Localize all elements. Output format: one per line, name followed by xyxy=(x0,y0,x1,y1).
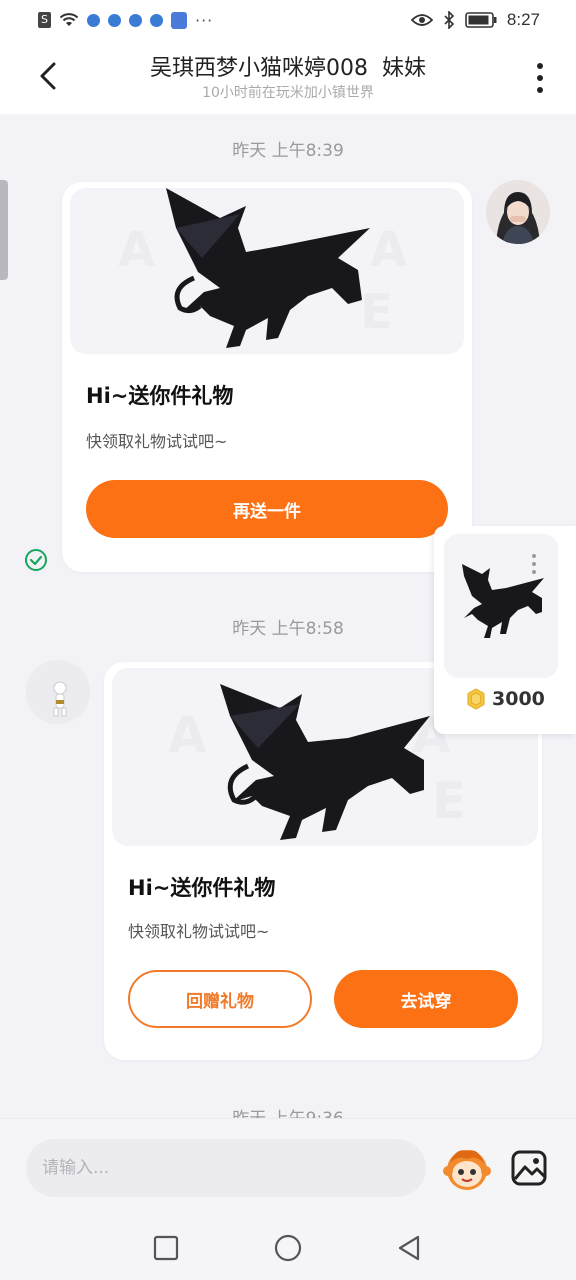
card-title: Hi~送你件礼物 xyxy=(128,876,276,900)
svg-text:A: A xyxy=(370,222,407,278)
coin-icon xyxy=(467,688,485,710)
try-on-button[interactable]: 去试穿 xyxy=(334,970,518,1028)
app-notification-icon xyxy=(87,13,100,27)
gift-preview-image[interactable] xyxy=(444,534,558,678)
card-description: 快领取礼物试试吧~ xyxy=(86,432,228,451)
avatar-image xyxy=(26,660,90,724)
message-input[interactable] xyxy=(26,1139,426,1197)
status-right: 8:27 xyxy=(410,10,540,30)
status-bar: S ··· 8:27 xyxy=(0,0,576,40)
app-notification-icon xyxy=(150,13,163,27)
check-circle-icon xyxy=(25,549,47,571)
gift-price-value: 3000 xyxy=(492,688,545,710)
card-description: 快领取礼物试试吧~ xyxy=(128,922,270,941)
dragon-image xyxy=(462,554,544,638)
scrollbar[interactable] xyxy=(0,180,8,280)
wifi-icon xyxy=(59,13,79,26)
gift-image-area[interactable]: A A E xyxy=(70,188,464,354)
nav-circle-icon[interactable] xyxy=(274,1234,302,1262)
nav-square-icon[interactable] xyxy=(152,1234,180,1262)
gift-preview-popup[interactable]: 3000 xyxy=(434,526,576,734)
nav-triangle-icon[interactable] xyxy=(396,1234,424,1262)
image-icon[interactable] xyxy=(510,1149,548,1187)
message-timestamp: 昨天 上午8:39 xyxy=(232,141,344,161)
more-notifications-indicator: ··· xyxy=(195,10,214,30)
avatar[interactable] xyxy=(486,180,550,244)
return-gift-button[interactable]: 回赠礼物 xyxy=(128,970,312,1028)
message-timestamp: 昨天 上午9:36 xyxy=(0,1104,576,1118)
send-another-button[interactable]: 再送一件 xyxy=(86,480,448,538)
more-icon[interactable] xyxy=(528,60,552,96)
card-title: Hi~送你件礼物 xyxy=(86,384,234,408)
system-nav-bar xyxy=(0,1216,576,1280)
chat-title: 吴琪西梦小猫咪婷008 妹妹 xyxy=(150,56,426,81)
svg-text:E: E xyxy=(360,284,393,340)
bluetooth-icon xyxy=(444,11,455,29)
svg-text:E: E xyxy=(432,772,466,830)
chat-area[interactable]: 昨天 上午8:39 A A E Hi~送你件礼物 快领取礼物试试吧~ 再送一件 xyxy=(0,114,576,1118)
gift-message-card[interactable]: A A E Hi~送你件礼物 快领取礼物试试吧~ 再送一件 xyxy=(62,182,472,572)
gift-price: 3000 xyxy=(466,688,545,710)
chat-header: 吴琪西梦小猫咪婷008 妹妹 10小时前在玩米加小镇世界 xyxy=(0,40,576,114)
app-notification-icon xyxy=(129,13,142,27)
chat-subtitle: 10小时前在玩米加小镇世界 xyxy=(202,85,374,101)
status-left: S ··· xyxy=(38,11,213,30)
input-bar xyxy=(0,1118,576,1216)
app-notification-icon xyxy=(108,13,121,27)
avatar-image xyxy=(486,180,550,244)
clock: 8:27 xyxy=(506,10,540,29)
app-notification-icon xyxy=(171,11,187,29)
svg-text:A: A xyxy=(118,222,155,278)
svg-text:A: A xyxy=(168,706,207,764)
mascot-icon[interactable] xyxy=(442,1143,492,1193)
dragon-image: A A E xyxy=(118,188,407,348)
avatar[interactable] xyxy=(26,660,90,724)
battery-icon xyxy=(465,12,497,28)
eye-icon xyxy=(410,14,433,26)
sim-icon: S xyxy=(38,12,51,28)
